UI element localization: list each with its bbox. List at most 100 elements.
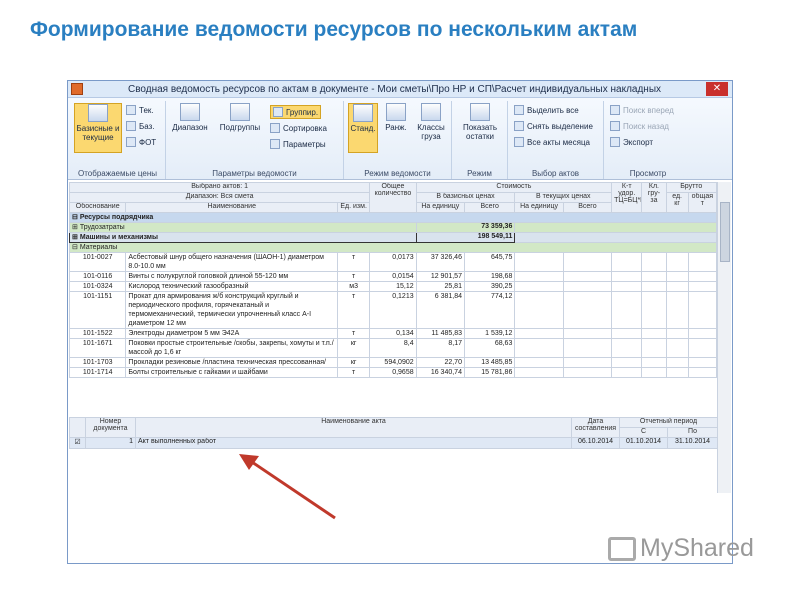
std-button[interactable]: Станд.: [348, 103, 378, 153]
table-row[interactable]: 101-0324 Кислород технический газообразны…: [68, 281, 718, 292]
cell-empty: [611, 252, 643, 272]
header-unit[interactable]: Ед. изм.: [337, 202, 371, 213]
header-name[interactable]: Наименование: [125, 202, 339, 213]
baz-icon: [126, 121, 136, 131]
search-back-button[interactable]: Поиск назад: [610, 121, 669, 131]
all-month-button[interactable]: Все акты месяца: [514, 137, 590, 147]
cell-unit-price: 6 381,84: [415, 291, 465, 329]
cell-total: 15 781,86: [463, 367, 516, 378]
table-row[interactable]: 101-1151 Прокат для армирования ж/б конст…: [68, 291, 718, 329]
basic-current-button[interactable]: Базисные и текущие: [74, 103, 122, 153]
cell-empty: [641, 328, 667, 339]
cell-unit: т: [337, 367, 371, 378]
search-forward-button[interactable]: Поиск вперед: [610, 105, 674, 115]
cell-empty: [687, 252, 718, 272]
cell-code: 101-0116: [68, 271, 127, 282]
cell-empty: [665, 252, 689, 272]
cell-empty: [641, 281, 667, 292]
acts-header-period: Отчетный период: [618, 417, 719, 428]
export-label: Экспорт: [623, 137, 654, 147]
table-row[interactable]: 101-1703 Прокладки резиновые /пластина те…: [68, 357, 718, 368]
watermark-logo: MyShared: [608, 534, 754, 563]
header-cur-per-unit[interactable]: На единицу: [514, 202, 564, 213]
acts-header-from[interactable]: С: [619, 427, 668, 438]
classes-icon: [421, 103, 441, 121]
expand-icon[interactable]: ⊞: [72, 234, 78, 241]
cell-unit: кг: [337, 338, 371, 358]
header-ed-kg: ед. кг: [665, 192, 689, 213]
cell-name: Электроды диаметром 5 мм Э42А: [125, 328, 339, 339]
cell-empty: [641, 338, 667, 358]
collapse-icon[interactable]: ⊟: [72, 244, 78, 251]
table-row[interactable]: 101-0116 Винты с полукруглой головкой дли…: [68, 271, 718, 282]
cell-code: 101-1151: [68, 291, 127, 329]
collapse-icon[interactable]: ⊟: [72, 214, 78, 221]
tek-button[interactable]: Тек.: [126, 105, 154, 115]
cell-empty: [687, 281, 718, 292]
cell-empty: [514, 252, 564, 272]
show-rest-button[interactable]: Показать остатки: [456, 103, 504, 141]
table-row[interactable]: 101-1671 Поковки простые строительные /ск…: [68, 338, 718, 358]
cell-qty: 0,0154: [369, 271, 417, 282]
group-row-machines[interactable]: ⊞ Машины и механизмы 198 549,11: [69, 232, 717, 243]
pointer-arrow: [239, 454, 336, 520]
header-cur-total[interactable]: Всего: [562, 202, 613, 213]
expand-icon[interactable]: ⊞: [72, 224, 78, 231]
machines-total: 198 549,11: [415, 232, 516, 243]
header-obosn[interactable]: Обоснование: [68, 202, 127, 213]
cell-empty: [611, 271, 643, 282]
cell-code: 101-1522: [68, 328, 127, 339]
labor-label: ⊞ Трудозатраты: [69, 222, 417, 233]
cell-qty: 8,4: [369, 338, 417, 358]
cell-empty: [665, 271, 689, 282]
range-button[interactable]: Диапазон: [170, 103, 210, 132]
table-row[interactable]: 101-0027 Асбестовый шнур общего назначени…: [68, 252, 718, 272]
vertical-scrollbar[interactable]: [717, 182, 731, 493]
rank-button[interactable]: Ранж.: [382, 103, 410, 132]
header-cur-prices: В текущих ценах: [514, 192, 613, 203]
act-row[interactable]: ☑ 1 Акт выполненных работ 06.10.2014 01.10.2…: [69, 437, 719, 449]
group-icon: [273, 107, 283, 117]
group-button[interactable]: Группир.: [270, 105, 322, 119]
cell-empty: [514, 328, 564, 339]
cell-unit: т: [337, 291, 371, 329]
acts-grid[interactable]: Номер документа Наименование акта Дата с…: [69, 417, 719, 449]
export-icon: [610, 137, 620, 147]
cell-unit-price: 8,17: [415, 338, 465, 358]
baz-button[interactable]: Баз.: [126, 121, 155, 131]
cell-empty: [562, 328, 613, 339]
group-row-contractor[interactable]: ⊟ Ресурсы подрядчика: [69, 212, 717, 223]
acts-header-date[interactable]: Дата составления: [571, 417, 620, 438]
table-row[interactable]: 101-1714 Болты строительные с гайками и ш…: [68, 367, 718, 378]
cell-unit: кг: [337, 357, 371, 368]
range-icon: [180, 103, 200, 121]
cell-name: Поковки простые строительные /скобы, зак…: [125, 338, 339, 358]
cell-code: 101-0324: [68, 281, 127, 292]
cell-name: Прокладки резиновые /пластина техническа…: [125, 357, 339, 368]
export-button[interactable]: Экспорт: [610, 137, 653, 147]
params-button[interactable]: Параметры: [270, 139, 326, 149]
group-row-materials[interactable]: ⊟ Материалы: [69, 242, 717, 253]
cell-empty: [641, 291, 667, 329]
scrollbar-thumb[interactable]: [720, 202, 730, 262]
fot-button[interactable]: ФОТ: [126, 137, 156, 147]
header-base-per-unit[interactable]: На единицу: [415, 202, 465, 213]
act-cell-checkbox[interactable]: ☑: [69, 437, 86, 449]
classes-button[interactable]: Классы груза: [414, 103, 448, 141]
sort-button[interactable]: Сортировка: [270, 123, 327, 133]
subgroups-button[interactable]: Подгруппы: [216, 103, 264, 132]
table-row[interactable]: 101-1522 Электроды диаметром 5 мм Э42А т 0,…: [68, 328, 718, 339]
cell-empty: [687, 328, 718, 339]
acts-header-name[interactable]: Наименование акта: [135, 417, 572, 438]
close-button[interactable]: ✕: [706, 82, 728, 96]
cell-empty: [611, 281, 643, 292]
header-base-total[interactable]: Всего: [463, 202, 516, 213]
select-all-button[interactable]: Выделить все: [514, 105, 579, 115]
group-label-contractor: ⊟ Ресурсы подрядчика: [69, 212, 717, 223]
cell-unit: т: [337, 252, 371, 272]
group-row-labor[interactable]: ⊞ Трудозатраты 73 359,36: [69, 222, 717, 233]
resources-grid[interactable]: Выбрано актов: 1 Общее количество Стоимо…: [68, 182, 718, 378]
acts-header-to[interactable]: По: [666, 427, 719, 438]
acts-header-num[interactable]: Номер документа: [85, 417, 136, 438]
deselect-button[interactable]: Снять выделение: [514, 121, 593, 131]
